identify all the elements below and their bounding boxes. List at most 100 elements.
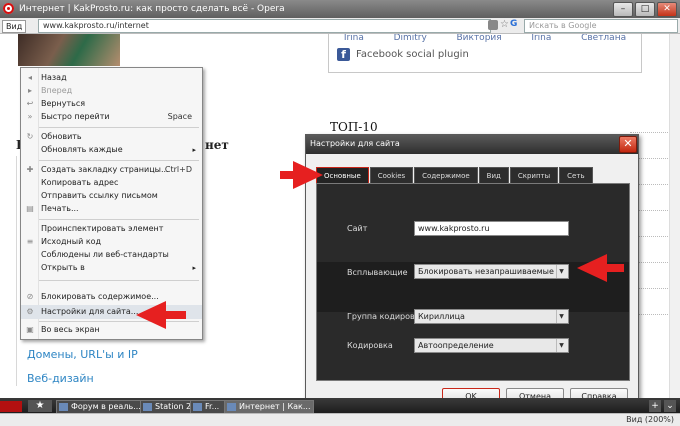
submenu-arrow-icon: ▸ [192, 146, 196, 154]
site-label: Сайт [347, 224, 368, 233]
dialog-tabs: Основные Cookies Содержимое Вид Скрипты … [316, 167, 594, 184]
friend-name[interactable]: Dimitry [394, 34, 427, 43]
menu-item-fullscreen[interactable]: ▣ Во весь экран [21, 323, 202, 337]
tab-display[interactable]: Вид [478, 167, 509, 184]
zoom-indicator[interactable]: Вид (200%) [626, 414, 674, 426]
tab-menu-button[interactable]: ⌄ [664, 400, 676, 412]
fb-plugin-text: Facebook social plugin [356, 49, 469, 60]
maximize-button[interactable]: □ [635, 2, 655, 17]
annotation-arrow-shaft [280, 171, 294, 179]
minimize-button[interactable]: – [613, 2, 633, 17]
view-button[interactable]: Вид [2, 20, 27, 33]
bookmark-icon: ✚ [26, 165, 34, 174]
popups-label: Всплывающие [347, 268, 408, 277]
popups-select[interactable]: Блокировать незапрашиваемые ▼ [414, 264, 569, 279]
menu-item-print[interactable]: ▤ Печать... [21, 202, 202, 216]
menu-item-inspect-element[interactable]: Проинспектировать элемент [21, 222, 202, 236]
friend-name[interactable]: Irina [344, 34, 364, 43]
dialog-panel: Сайт www.kakprosto.ru Всплывающие Блокир… [316, 183, 630, 381]
status-bar: Вид (200%) [0, 413, 680, 426]
google-search-engine-icon[interactable]: G [510, 19, 522, 31]
start-button[interactable] [0, 401, 22, 412]
tab-scripts[interactable]: Скрипты [509, 167, 559, 184]
window-titlebar: Интернет | KakProsto.ru: как просто сдел… [0, 0, 680, 18]
annotation-arrow-shaft [166, 311, 186, 319]
url-input[interactable]: www.kakprosto.ru/internet [38, 19, 491, 33]
address-toolbar: Вид www.kakprosto.ru/internet ☆ G Искать… [0, 18, 680, 34]
friend-name[interactable]: Виктория [456, 34, 501, 43]
window-icon [227, 403, 236, 411]
rss-icon[interactable] [488, 20, 498, 30]
forward-icon: ▸ [27, 86, 32, 95]
menu-item-source[interactable]: ≡ Исходный код [21, 235, 202, 249]
menu-item-send-link[interactable]: Отправить ссылку письмом [21, 189, 202, 203]
block-icon: ⊘ [26, 292, 34, 301]
top10-heading: ТОП-10 [330, 120, 378, 134]
reload-icon: ↻ [26, 132, 34, 141]
tab-network[interactable]: Сеть [559, 167, 593, 184]
menu-item-forward[interactable]: ▸ Вперед [21, 84, 202, 98]
window-icon [193, 403, 202, 411]
window-controls: – □ ✕ [613, 2, 677, 17]
window-title: Интернет | KakProsto.ru: как просто сдел… [19, 4, 285, 14]
menu-shortcut: Ctrl+D [164, 165, 192, 174]
bookmarks-star-button[interactable]: ★ [28, 400, 52, 412]
chevron-down-icon: ▼ [556, 310, 566, 323]
taskbar-tray: + ⌄ [649, 400, 676, 412]
link-domains[interactable]: Домены, URL'ы и IP [27, 348, 138, 361]
friend-name[interactable]: Светлана [581, 34, 626, 43]
site-field[interactable]: www.kakprosto.ru [414, 221, 569, 236]
encoding-group-label: Группа кодировок [347, 312, 425, 321]
popups-value: Блокировать незапрашиваемые [418, 267, 554, 276]
menu-item-fast-forward[interactable]: » Быстро перейти Space [21, 110, 202, 124]
submenu-arrow-icon: ▸ [192, 264, 196, 272]
menu-item-bookmark-page[interactable]: ✚ Создать закладку страницы... Ctrl+D [21, 163, 202, 177]
task-label: Форум в реаль... [71, 402, 141, 411]
dialog-titlebar: Настройки для сайта ✕ [306, 135, 638, 154]
menu-item-reload[interactable]: ↻ Обновить [21, 130, 202, 144]
encoding-select[interactable]: Автоопределение ▼ [414, 338, 569, 353]
task-label: Fr... [205, 402, 220, 411]
menu-item-return[interactable]: ↩ Вернуться [21, 97, 202, 111]
encoding-group-select[interactable]: Кириллица ▼ [414, 309, 569, 324]
tab-content[interactable]: Содержимое [414, 167, 478, 184]
menu-item-validate[interactable]: Соблюдены ли веб-стандарты [21, 248, 202, 262]
menu-separator [39, 219, 199, 220]
section-heading-fragment: нет [205, 138, 229, 152]
chevron-down-icon: ▼ [556, 265, 566, 278]
menu-item-copy-address[interactable]: Копировать адрес [21, 176, 202, 190]
source-icon: ≡ [26, 237, 34, 246]
menu-item-block-content[interactable]: ⊘ Блокировать содержимое... [21, 290, 202, 304]
task-button[interactable]: Форум в реаль... [56, 400, 152, 414]
menu-item-open-in[interactable]: Открыть в ▸ [21, 261, 202, 275]
facebook-icon: f [337, 48, 350, 61]
friend-name[interactable]: Irina [531, 34, 551, 43]
link-web-design[interactable]: Веб-дизайн [27, 372, 94, 385]
add-tab-button[interactable]: + [649, 400, 661, 412]
close-window-button[interactable]: ✕ [657, 2, 677, 17]
search-input[interactable]: Искать в Google [524, 19, 678, 33]
encoding-group-value: Кириллица [418, 312, 465, 321]
menu-item-label: Создать закладку страницы... [41, 165, 169, 174]
annotation-arrow [577, 254, 607, 282]
dialog-close-button[interactable]: ✕ [619, 136, 637, 153]
menu-item-back[interactable]: ◂ Назад [21, 71, 202, 85]
chevron-down-icon: ▼ [556, 339, 566, 352]
vertical-scrollbar[interactable] [669, 34, 680, 398]
facebook-plugin-label[interactable]: f Facebook social plugin [337, 48, 469, 61]
tab-general[interactable]: Основные [316, 167, 369, 184]
menu-item-label: Быстро перейти [41, 112, 110, 121]
menu-item-label: Обновить [41, 132, 82, 141]
bookmark-star-icon[interactable]: ☆ [500, 19, 509, 30]
menu-item-label: Вернуться [41, 99, 86, 108]
divider [16, 156, 17, 386]
task-button[interactable]: Интернет | Как... [224, 400, 314, 414]
tab-cookies[interactable]: Cookies [369, 167, 414, 184]
menu-item-label: Соблюдены ли веб-стандарты [41, 250, 169, 259]
context-menu: ◂ Назад ▸ Вперед ↩ Вернуться » Быстро пе… [20, 67, 203, 340]
menu-item-reload-every[interactable]: Обновлять каждые ▸ [21, 143, 202, 157]
print-icon: ▤ [26, 204, 34, 213]
facebook-widget: Irina Dimitry Виктория Irina Светлана f … [328, 34, 642, 73]
opera-logo-icon[interactable] [3, 3, 14, 14]
menu-item-label: Обновлять каждые [41, 145, 123, 154]
